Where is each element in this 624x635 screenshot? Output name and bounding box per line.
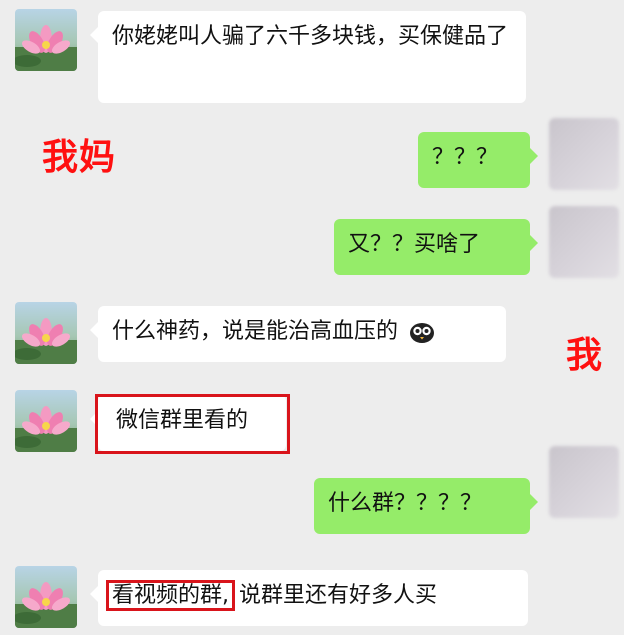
- lotus-icon: [15, 318, 77, 364]
- contact-avatar-lotus[interactable]: [15, 390, 77, 452]
- message-bubble-incoming[interactable]: 你姥姥叫人骗了六千多块钱，买保健品了: [90, 11, 526, 103]
- message-text: 什么神药，说是能治高血压的: [112, 319, 399, 344]
- message-bubble-outgoing[interactable]: 又？？买啥了: [334, 219, 538, 275]
- message-text: 说群里还有好多人买: [239, 583, 438, 608]
- contact-avatar-lotus[interactable]: [15, 9, 77, 71]
- message-text: 什么群？？？？: [328, 491, 483, 516]
- lotus-icon: [15, 406, 77, 452]
- annotation-mom-label: 我妈: [42, 137, 117, 178]
- message-highlighted-text: 看视频的群,: [106, 580, 235, 611]
- message-bubble-outgoing[interactable]: ？？？: [418, 132, 538, 188]
- lotus-icon: [15, 582, 77, 628]
- message-text: 你姥姥叫人骗了六千多块钱，买保健品了: [112, 24, 509, 49]
- message-bubble-incoming[interactable]: 什么神药，说是能治高血压的: [90, 306, 506, 362]
- contact-avatar-lotus[interactable]: [15, 302, 77, 364]
- chat-screen: 你姥姥叫人骗了六千多块钱，买保健品了 我妈 ？？？ 又？？买啥了 什么神药，说是…: [0, 0, 624, 635]
- message-bubble-outgoing[interactable]: 什么群？？？？: [314, 478, 538, 534]
- message-text: 又？？买啥了: [348, 232, 481, 257]
- lotus-icon: [15, 25, 77, 71]
- red-highlight-box: [95, 394, 290, 454]
- message-text: ？？？: [432, 145, 499, 170]
- self-avatar-blurred[interactable]: [549, 118, 619, 190]
- self-avatar-blurred[interactable]: [549, 206, 619, 278]
- contact-avatar-lotus[interactable]: [15, 566, 77, 628]
- self-avatar-blurred[interactable]: [549, 446, 619, 518]
- message-bubble-incoming[interactable]: 看视频的群, 说群里还有好多人买: [90, 570, 528, 626]
- owl-emoji-icon: [409, 320, 435, 344]
- annotation-me-label: 我: [566, 335, 604, 376]
